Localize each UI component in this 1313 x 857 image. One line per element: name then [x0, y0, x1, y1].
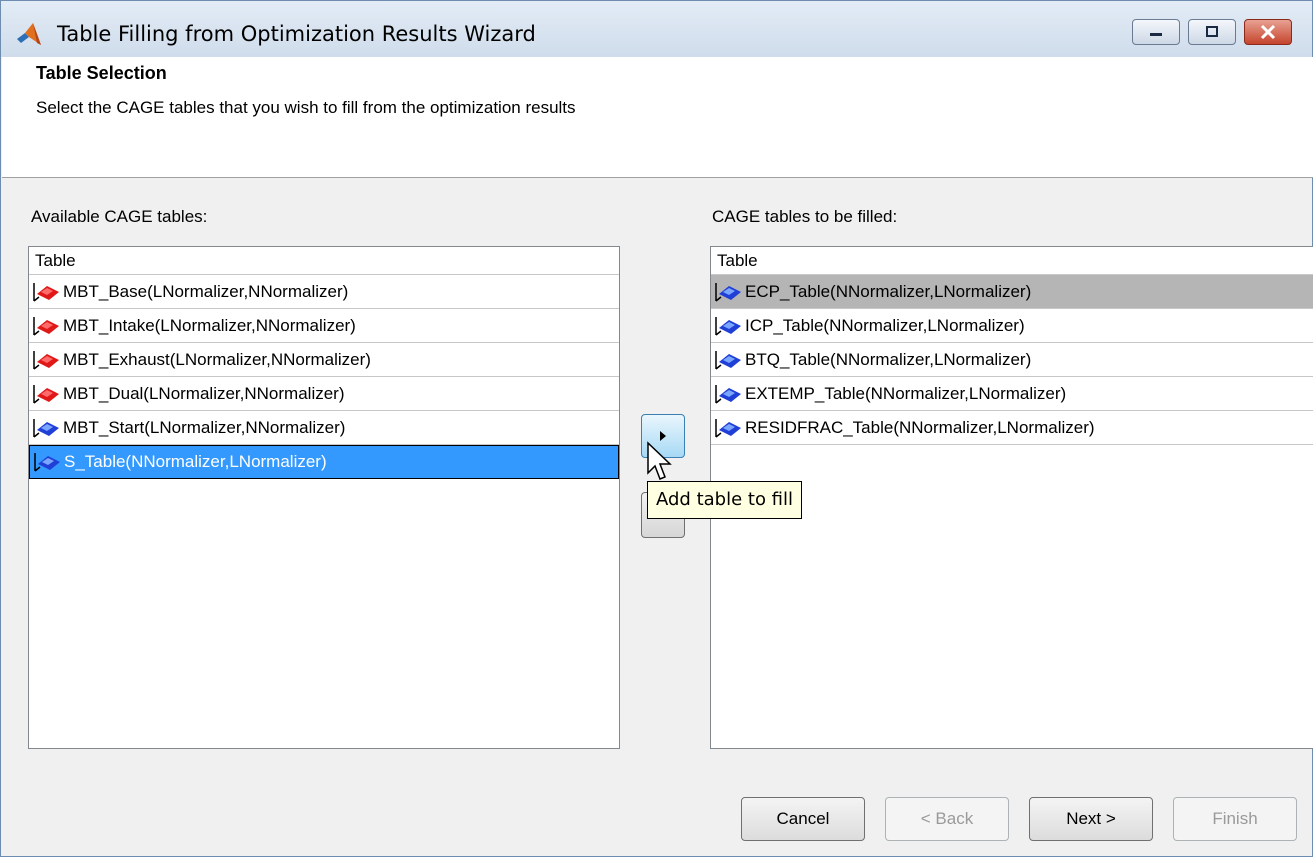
available-table-row[interactable]: MBT_Base(LNormalizer,NNormalizer)	[29, 275, 619, 309]
step-description: Select the CAGE tables that you wish to …	[36, 98, 576, 117]
table-type-icon	[711, 312, 745, 340]
available-table-label: MBT_Dual(LNormalizer,NNormalizer)	[63, 383, 345, 403]
available-table-label: MBT_Start(LNormalizer,NNormalizer)	[63, 417, 346, 437]
blue-table-icon	[33, 418, 59, 438]
to-fill-table-row[interactable]: EXTEMP_Table(NNormalizer,LNormalizer)	[711, 377, 1313, 411]
red-table-icon	[33, 282, 59, 302]
available-table-row[interactable]: MBT_Intake(LNormalizer,NNormalizer)	[29, 309, 619, 343]
tooltip: Add table to fill	[647, 481, 803, 519]
table-type-icon	[29, 346, 63, 374]
blue-table-icon	[715, 350, 741, 370]
blue-table-icon	[715, 316, 741, 336]
title-bar[interactable]: Table Filling from Optimization Results …	[1, 1, 1312, 57]
maximize-button[interactable]	[1188, 19, 1236, 45]
table-type-icon	[29, 414, 63, 442]
available-table-label: MBT_Exhaust(LNormalizer,NNormalizer)	[63, 349, 371, 369]
to-fill-table-row[interactable]: BTQ_Table(NNormalizer,LNormalizer)	[711, 343, 1313, 377]
red-table-icon	[33, 350, 59, 370]
table-type-icon	[29, 278, 63, 306]
step-title: Table Selection	[36, 63, 167, 83]
available-table-row[interactable]: MBT_Exhaust(LNormalizer,NNormalizer)	[29, 343, 619, 377]
to-fill-table-row[interactable]: RESIDFRAC_Table(NNormalizer,LNormalizer)	[711, 411, 1313, 445]
wizard-window: Table Filling from Optimization Results …	[0, 0, 1313, 857]
blue-table-icon	[715, 418, 741, 438]
close-button[interactable]	[1244, 19, 1292, 45]
to-fill-table-label: BTQ_Table(NNormalizer,LNormalizer)	[745, 349, 1032, 369]
available-table-label: S_Table(NNormalizer,LNormalizer)	[64, 452, 327, 471]
tables-to-fill-label: CAGE tables to be filled:	[712, 207, 898, 226]
table-type-icon	[29, 312, 63, 340]
to-fill-table-row[interactable]: ICP_Table(NNormalizer,LNormalizer)	[711, 309, 1313, 343]
available-table-label: MBT_Intake(LNormalizer,NNormalizer)	[63, 315, 356, 335]
to-fill-column-header[interactable]: Table	[711, 247, 1313, 275]
available-tables-label: Available CAGE tables:	[31, 207, 208, 226]
table-type-icon	[30, 448, 64, 476]
maximize-icon	[1206, 26, 1218, 37]
red-table-icon	[33, 316, 59, 336]
table-type-icon	[711, 380, 745, 408]
back-button[interactable]: < Back	[885, 797, 1009, 841]
to-fill-table-label: ICP_Table(NNormalizer,LNormalizer)	[745, 315, 1025, 335]
table-type-icon	[29, 380, 63, 408]
window-title: Table Filling from Optimization Results …	[57, 22, 536, 46]
mouse-cursor-icon	[647, 441, 672, 480]
available-table-row[interactable]: S_Table(NNormalizer,LNormalizer)	[29, 445, 619, 479]
to-fill-table-row[interactable]: ECP_Table(NNormalizer,LNormalizer)	[711, 275, 1313, 309]
table-type-icon	[711, 346, 745, 374]
finish-button[interactable]: Finish	[1173, 797, 1297, 841]
available-table-label: MBT_Base(LNormalizer,NNormalizer)	[63, 281, 349, 301]
cancel-button[interactable]: Cancel	[741, 797, 865, 841]
to-fill-table-label: RESIDFRAC_Table(NNormalizer,LNormalizer)	[745, 417, 1095, 437]
available-tables-list[interactable]: Table MBT_Base(LNormalizer,NNormalizer) M…	[28, 246, 620, 749]
to-fill-table-label: EXTEMP_Table(NNormalizer,LNormalizer)	[745, 383, 1067, 403]
red-table-icon	[33, 384, 59, 404]
to-fill-table-label: ECP_Table(NNormalizer,LNormalizer)	[745, 281, 1032, 301]
available-table-row[interactable]: MBT_Start(LNormalizer,NNormalizer)	[29, 411, 619, 445]
next-button[interactable]: Next >	[1029, 797, 1153, 841]
minimize-button[interactable]	[1132, 19, 1180, 45]
close-icon	[1260, 24, 1276, 40]
table-type-icon	[711, 278, 745, 306]
available-column-header[interactable]: Table	[29, 247, 619, 275]
blue-table-icon	[715, 384, 741, 404]
matlab-logo-icon	[17, 23, 41, 45]
blue-table-icon	[715, 282, 741, 302]
minimize-icon	[1150, 33, 1162, 36]
table-type-icon	[711, 414, 745, 442]
available-table-row[interactable]: MBT_Dual(LNormalizer,NNormalizer)	[29, 377, 619, 411]
blue-table-icon	[34, 453, 60, 472]
